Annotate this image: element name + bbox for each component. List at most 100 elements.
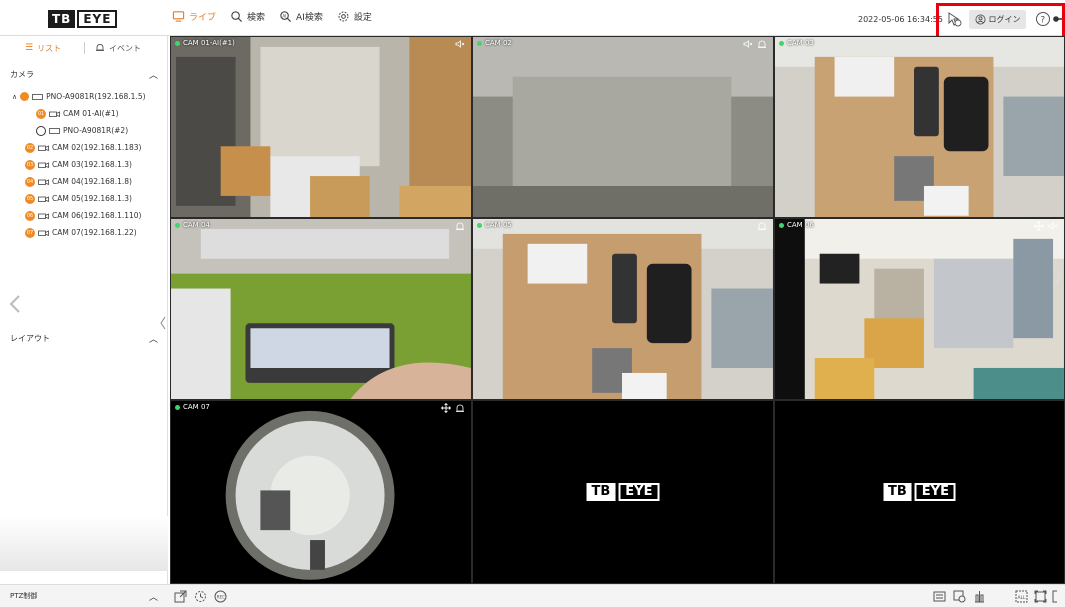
channel-badge: 01 (36, 108, 46, 119)
video-tile-cam04[interactable]: CAM 04 (170, 218, 472, 400)
tree-item-label: CAM 02(192.168.1.183) (52, 143, 142, 152)
video-feed (473, 219, 773, 399)
list-item[interactable]: 03 CAM 03(192.168.1.3) (25, 158, 132, 171)
mute-icon[interactable] (455, 39, 465, 49)
list-item[interactable]: 06 CAM 06(192.168.1.110) (25, 209, 142, 222)
status-dot (477, 222, 482, 228)
camera-label: CAM 04 (175, 221, 210, 229)
popout-icon[interactable] (174, 590, 187, 603)
video-tile-cam05[interactable]: CAM 05 (472, 218, 774, 400)
chevron-up-icon: ︿ (148, 335, 158, 345)
channel-badge: 04 (25, 176, 35, 187)
main-nav: ライブ 検索 AI AI検索 設定 (172, 10, 372, 23)
list-item[interactable]: 04 CAM 04(192.168.1.8) (25, 175, 132, 188)
status-dot (477, 40, 482, 46)
tab-list[interactable]: ☰ リスト (25, 43, 61, 54)
ptz-control-bar[interactable]: PTZ制御 ︿ (0, 584, 168, 607)
record-icon[interactable]: REC (214, 590, 227, 603)
fullscreen-icon[interactable] (1034, 590, 1047, 603)
video-tile-cam07[interactable]: CAM 07 (170, 400, 472, 584)
current-datetime: 2022-05-06 16:34:55 (858, 15, 943, 24)
camera-icon (38, 229, 49, 236)
top-bar: TB EYE ライブ 検索 AI AI検索 設定 2022-05-06 16:3… (0, 0, 1065, 41)
camera-section-header[interactable]: カメラ ︿ (10, 68, 158, 81)
tree-item-label: CAM 01-AI(#1) (63, 109, 119, 118)
empty-tile-logo: TB EYE (586, 483, 660, 501)
video-tile-empty[interactable]: TB EYE (774, 400, 1065, 584)
status-dot (779, 222, 784, 228)
nav-live-label: ライブ (189, 13, 217, 23)
bell-icon (96, 44, 104, 51)
camera-name: CAM 07 (183, 403, 210, 411)
alarm-icon[interactable] (757, 39, 767, 49)
tree-item-label: CAM 04(192.168.1.8) (52, 177, 132, 186)
app-logo: TB EYE (48, 10, 118, 28)
logo-eye: EYE (77, 10, 118, 28)
move-icon[interactable] (1034, 221, 1044, 231)
chevron-left-icon[interactable] (8, 294, 22, 314)
status-dot (779, 40, 784, 46)
tree-item-label: CAM 07(192.168.1.22) (52, 228, 137, 237)
sidebar-bottom-gradient (0, 516, 168, 571)
expand-icon[interactable] (1052, 590, 1065, 603)
alarm-icon[interactable] (455, 221, 465, 231)
logo-tb: TB (48, 10, 76, 28)
status-dot (175, 404, 180, 410)
monitor-icon (172, 11, 185, 22)
nav-ai-search[interactable]: AI AI検索 (279, 10, 323, 23)
tile-controls (743, 39, 767, 49)
nav-live[interactable]: ライブ (172, 10, 216, 23)
alarm-icon[interactable] (757, 221, 767, 231)
tile-controls (441, 403, 465, 413)
tile-controls (455, 221, 465, 231)
chevron-up-icon: ︿ (148, 592, 158, 603)
mute-icon[interactable] (743, 39, 753, 49)
video-tile-empty[interactable]: TB EYE (472, 400, 774, 584)
alarm-icon[interactable] (455, 403, 465, 413)
move-icon[interactable] (441, 403, 451, 413)
list-item[interactable]: ∧ PNO-A9081R(192.168.1.5) (12, 90, 146, 103)
chevron-right-icon[interactable] (1053, 267, 1063, 287)
nvr-icon (32, 93, 44, 100)
list-item[interactable]: 01 CAM 01-AI(#1) (36, 107, 119, 120)
logo-eye: EYE (914, 483, 956, 501)
list-item[interactable]: 07 CAM 07(192.168.1.22) (25, 226, 137, 239)
gear-icon (338, 11, 349, 22)
tab-divider (84, 42, 85, 54)
camera-icon (38, 195, 49, 202)
list-item[interactable]: 05 CAM 05(192.168.1.3) (25, 192, 132, 205)
list-item[interactable]: PNO-A9081R(#2) (36, 124, 128, 137)
info-panel-icon[interactable] (933, 590, 946, 603)
channel-badge (36, 125, 46, 136)
layout-section-header[interactable]: レイアウト ︿ (10, 332, 158, 345)
video-feed (775, 37, 1064, 217)
tile-controls (455, 39, 465, 49)
video-tile-cam06[interactable]: CAM 06 (774, 218, 1065, 400)
tab-event[interactable]: イベント (95, 43, 141, 54)
channel-badge: 03 (25, 159, 35, 170)
stream-icon[interactable] (973, 590, 986, 603)
camera-label: CAM 05 (477, 221, 512, 229)
video-tile-cam02[interactable]: CAM 02 (472, 36, 774, 218)
camera-label: CAM 01-AI(#1) (175, 39, 235, 47)
status-dot (175, 40, 180, 46)
camera-label: CAM 03 (779, 39, 814, 47)
tree-item-label: CAM 05(192.168.1.3) (52, 194, 132, 203)
nav-settings[interactable]: 設定 (337, 10, 372, 23)
video-feed (775, 219, 1064, 399)
snapshot-icon[interactable] (953, 590, 966, 603)
sequence-icon[interactable] (194, 590, 207, 603)
collapse-handle-icon[interactable] (159, 316, 167, 330)
nav-search[interactable]: 検索 (230, 10, 265, 23)
camera-name: CAM 04 (183, 221, 210, 229)
nav-settings-label: 設定 (353, 13, 372, 23)
list-item[interactable]: 02 CAM 02(192.168.1.183) (25, 141, 142, 154)
channel-badge: 06 (25, 210, 35, 221)
video-tile-cam01[interactable]: CAM 01-AI(#1) (170, 36, 472, 218)
chevron-down-icon: ∧ (12, 92, 18, 101)
nvr-icon (49, 127, 60, 134)
layout-all-icon[interactable]: ALL (1015, 590, 1028, 603)
mute-icon[interactable] (1048, 221, 1058, 231)
video-tile-cam03[interactable]: CAM 03 (774, 36, 1065, 218)
camera-name: CAM 03 (787, 39, 814, 47)
